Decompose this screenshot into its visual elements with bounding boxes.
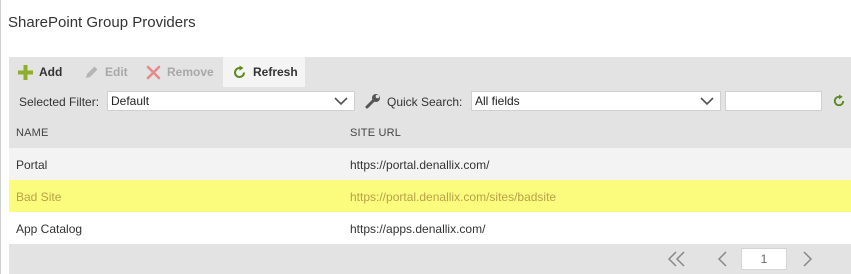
next-page-icon[interactable] xyxy=(801,250,813,268)
add-button[interactable]: Add xyxy=(18,57,62,87)
table-row[interactable]: Portal https://portal.denallix.com/ xyxy=(9,148,851,180)
toolbar: Add Edit Remove Refresh xyxy=(9,57,851,87)
first-page-icon[interactable] xyxy=(667,250,687,268)
table-header: NAME SITE URL xyxy=(9,118,851,148)
providers-panel: Add Edit Remove Refresh Selected Filter:… xyxy=(9,57,851,274)
x-icon xyxy=(146,65,161,79)
page-title: SharePoint Group Providers xyxy=(8,14,196,31)
quick-search-scope-select[interactable]: All fields xyxy=(471,91,721,111)
selected-filter-value: Default xyxy=(111,94,150,108)
row-name: App Catalog xyxy=(16,222,83,236)
selected-filter-label: Selected Filter: xyxy=(19,95,100,109)
edit-button[interactable]: Edit xyxy=(84,57,128,87)
providers-table: NAME SITE URL Portal https://portal.dena… xyxy=(9,118,851,244)
plus-icon xyxy=(18,64,33,80)
search-refresh-icon[interactable] xyxy=(832,94,846,108)
remove-button[interactable]: Remove xyxy=(146,57,214,87)
row-name: Portal xyxy=(16,158,48,172)
column-header-name[interactable]: NAME xyxy=(16,127,49,139)
chevron-down-icon xyxy=(700,97,714,106)
table-row[interactable]: App Catalog https://apps.denallix.com/ xyxy=(9,212,851,244)
quick-search-scope-value: All fields xyxy=(475,94,520,108)
filter-row: Selected Filter: Default Quick Search: A… xyxy=(9,89,851,115)
row-name: Bad Site xyxy=(16,190,62,204)
row-url: https://apps.denallix.com/ xyxy=(350,222,486,236)
edit-button-label: Edit xyxy=(105,65,128,79)
pager: 1 xyxy=(9,244,851,274)
pencil-icon xyxy=(86,66,98,78)
table-row-highlighted[interactable]: Bad Site https://portal.denallix.com/sit… xyxy=(9,180,851,212)
refresh-icon xyxy=(234,65,246,78)
chevron-down-icon xyxy=(334,97,348,106)
wrench-icon xyxy=(365,94,380,109)
remove-button-label: Remove xyxy=(167,65,214,79)
column-header-site-url[interactable]: SITE URL xyxy=(350,127,401,139)
previous-page-icon[interactable] xyxy=(717,250,729,268)
quick-search-label: Quick Search: xyxy=(387,95,463,109)
row-url: https://portal.denallix.com/sites/badsit… xyxy=(350,190,557,204)
refresh-button-label: Refresh xyxy=(253,65,298,79)
row-url: https://portal.denallix.com/ xyxy=(350,158,490,172)
refresh-button[interactable]: Refresh xyxy=(223,57,305,87)
selected-filter-select[interactable]: Default xyxy=(107,91,355,111)
quick-search-input[interactable] xyxy=(725,91,822,111)
add-button-label: Add xyxy=(39,65,63,79)
page-number-input[interactable]: 1 xyxy=(741,248,787,270)
